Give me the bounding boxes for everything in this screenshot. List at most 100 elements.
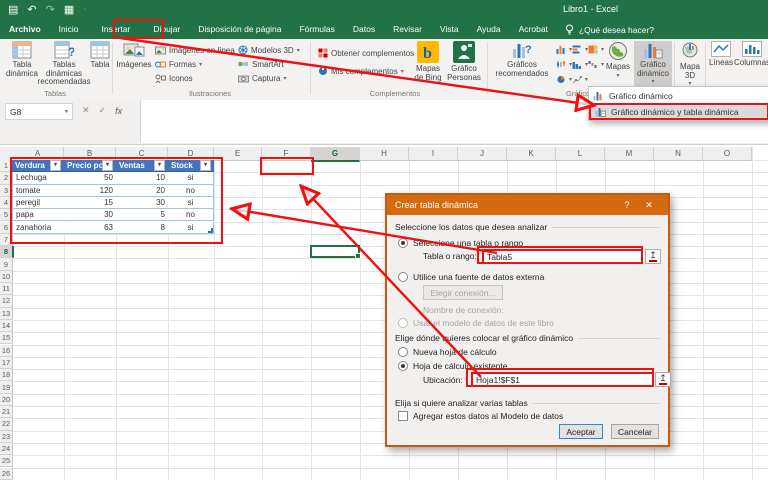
row-header-12[interactable]: 12: [0, 295, 13, 308]
column-header-E[interactable]: E: [214, 147, 262, 161]
column-header-O[interactable]: O: [703, 147, 752, 161]
table-range-input[interactable]: Tabla5: [482, 249, 643, 264]
column-header-D[interactable]: D: [168, 147, 214, 161]
location-input[interactable]: Hoja1!$F$1: [471, 372, 654, 387]
redo-icon[interactable]: ↷: [46, 3, 55, 17]
tab-datos[interactable]: Datos: [344, 20, 384, 39]
tab-formulas[interactable]: Fórmulas: [290, 20, 343, 39]
row-header-22[interactable]: 22: [0, 418, 13, 431]
column-header-H[interactable]: H: [360, 147, 409, 161]
radio-button-icon[interactable]: [398, 238, 408, 248]
tab-disposicion[interactable]: Disposición de página: [189, 20, 290, 39]
table-range-refedit-button[interactable]: ↥: [645, 249, 661, 264]
table-header-cell[interactable]: Ventas ▾: [116, 160, 168, 173]
tab-acrobat[interactable]: Acrobat: [510, 20, 557, 39]
column-header-K[interactable]: K: [507, 147, 556, 161]
table-cell[interactable]: 20: [116, 184, 168, 197]
table-header-cell[interactable]: Stock ▾: [168, 160, 214, 173]
row-header-11[interactable]: 11: [0, 283, 13, 296]
row-header-25[interactable]: 25: [0, 455, 13, 468]
column-header-J[interactable]: J: [458, 147, 507, 161]
people-graph-button[interactable]: Gráfico Personas: [446, 41, 482, 82]
table-cell[interactable]: peregil: [12, 196, 64, 210]
radio-data-model[interactable]: Usar el modelo de datos de este libro: [398, 318, 554, 328]
tab-dibujar[interactable]: Dibujar: [144, 20, 189, 39]
radio-select-table[interactable]: Seleccione una tabla o rango: [398, 238, 523, 248]
row-header-10[interactable]: 10: [0, 270, 13, 283]
smartart-button[interactable]: SmartArt: [238, 58, 284, 70]
tab-archivo[interactable]: Archivo: [0, 20, 50, 39]
undo-icon[interactable]: ↶: [27, 3, 36, 17]
cancel-entry-icon[interactable]: ✕: [82, 105, 90, 116]
column-header-A[interactable]: A: [12, 147, 64, 161]
row-header-18[interactable]: 18: [0, 369, 13, 382]
table-cell[interactable]: 10: [116, 172, 168, 185]
location-refedit-button[interactable]: ↥: [655, 372, 671, 387]
tab-ayuda[interactable]: Ayuda: [468, 20, 510, 39]
stock-chart-button[interactable]: ▾: [556, 58, 572, 70]
waterfall-chart-button[interactable]: ▾: [588, 58, 604, 70]
menu-item-pivot-chart-and-table[interactable]: Gráfico dinámico y tabla dinámica: [589, 103, 768, 120]
histogram-chart-button[interactable]: ▾: [572, 58, 588, 70]
save-icon[interactable]: ▤: [8, 3, 18, 17]
filter-dropdown-icon[interactable]: ▾: [102, 160, 113, 172]
table-header-cell[interactable]: Precio por▾: [64, 160, 116, 173]
row-header-8[interactable]: 8: [0, 246, 14, 259]
cancel-button[interactable]: Cancelar: [611, 424, 659, 439]
icons-button[interactable]: Iconos: [155, 72, 193, 84]
radio-button-icon[interactable]: [398, 272, 408, 282]
sparkline-columns-button[interactable]: Columnas: [734, 41, 768, 68]
menu-item-pivot-chart[interactable]: Gráfico dinámico: [589, 88, 768, 103]
models-3d-button[interactable]: Modelos 3D ▾: [238, 44, 300, 56]
row-header-20[interactable]: 20: [0, 393, 13, 406]
row-header-16[interactable]: 16: [0, 344, 13, 357]
row-header-7[interactable]: 7: [0, 233, 13, 247]
column-header-N[interactable]: N: [654, 147, 703, 161]
table-cell[interactable]: zanahoria: [12, 221, 64, 234]
get-addins-button[interactable]: Obtener complementos: [318, 47, 414, 59]
qat-customize-icon[interactable]: ▾: [83, 3, 86, 17]
table-cell[interactable]: si: [168, 172, 214, 185]
column-header-G[interactable]: G: [311, 147, 360, 162]
column-header-M[interactable]: M: [605, 147, 654, 161]
radio-new-sheet[interactable]: Nueva hoja de cálculo: [398, 347, 497, 357]
row-header-19[interactable]: 19: [0, 381, 13, 394]
bing-maps-button[interactable]: b Mapas de Bing: [412, 41, 444, 82]
pivot-chart-button[interactable]: Gráfico dinámico ▾: [634, 41, 672, 89]
column-header-B[interactable]: B: [64, 147, 116, 161]
table-cell[interactable]: 63: [64, 221, 116, 234]
online-pictures-button[interactable]: Imágenes en línea: [155, 44, 235, 56]
column-header-C[interactable]: C: [116, 147, 168, 161]
table-cell[interactable]: no: [168, 209, 214, 222]
table-cell[interactable]: 120: [64, 184, 116, 197]
tell-me-box[interactable]: ¿Qué desea hacer?: [565, 24, 654, 35]
tab-inicio[interactable]: Inicio: [50, 20, 88, 39]
choose-connection-button[interactable]: Elegir conexión...: [423, 285, 503, 300]
confirm-entry-icon[interactable]: ✓: [99, 105, 107, 116]
screenshot-button[interactable]: Captura ▾: [238, 72, 286, 84]
shapes-button[interactable]: Formas ▾: [155, 58, 202, 70]
table-cell[interactable]: 5: [116, 209, 168, 222]
selected-cell-G8[interactable]: [310, 245, 361, 260]
filter-dropdown-icon[interactable]: ▾: [50, 160, 61, 172]
column-chart-button[interactable]: ▾: [556, 43, 572, 55]
map-3d-button[interactable]: Mapa 3D ▾: [677, 41, 703, 89]
radio-button-icon[interactable]: [398, 347, 408, 357]
table-cell[interactable]: 50: [64, 172, 116, 185]
dialog-help-icon[interactable]: ?: [616, 200, 638, 210]
table-cell[interactable]: si: [168, 196, 214, 210]
tab-revisar[interactable]: Revisar: [384, 20, 431, 39]
fill-handle[interactable]: [355, 253, 361, 260]
tab-insertar[interactable]: Insertar: [88, 20, 145, 39]
pivot-table-button[interactable]: Tabla dinámica: [4, 41, 40, 78]
table-cell[interactable]: Lechuga: [12, 172, 64, 185]
row-header-24[interactable]: 24: [0, 442, 13, 456]
row-header-21[interactable]: 21: [0, 406, 13, 419]
row-header-9[interactable]: 9: [0, 258, 13, 271]
filter-dropdown-icon[interactable]: ▾: [154, 160, 165, 172]
column-header-L[interactable]: L: [556, 147, 605, 161]
row-header-17[interactable]: 17: [0, 356, 13, 370]
table-cell[interactable]: 8: [116, 221, 168, 234]
radio-button-icon[interactable]: [398, 361, 408, 371]
checkbox-icon[interactable]: [398, 411, 408, 421]
